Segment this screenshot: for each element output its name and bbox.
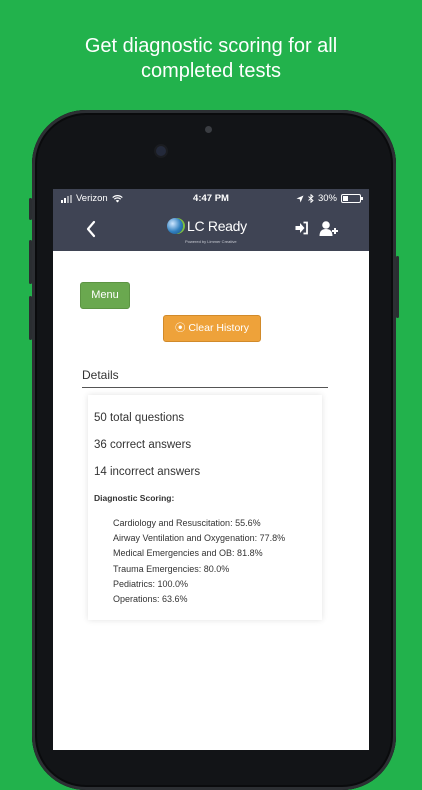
app-logo: LC Ready [167,218,247,234]
menu-button[interactable]: Menu [80,282,130,309]
back-icon[interactable] [83,219,99,239]
logo-text: LC Ready [187,218,247,234]
volume-up-button [29,240,32,284]
score-item-operations: Operations: 63.6% [113,594,188,605]
status-bar: Verizon 4:47 PM 30% [53,189,369,207]
diagnostic-scoring-title: Diagnostic Scoring: [94,493,175,503]
bluetooth-icon [308,194,314,203]
score-item-cardiology: Cardiology and Resuscitation: 55.6% [113,518,261,528]
headline-line-2: completed tests [140,60,282,82]
results-card: 50 total questions 36 correct answers 14… [88,395,322,620]
score-item-trauma: Trauma Emergencies: 80.0% [113,563,230,574]
mute-switch [29,198,32,220]
earpiece-speaker [205,126,212,133]
nav-bar: LC Ready Powered by Limmer Creative [53,207,369,251]
main-content: Menu ⦿ Clear History Details 50 total qu… [53,251,369,750]
correct-answers: 36 correct answers [94,439,192,451]
logo-subtitle: Powered by Limmer Creative [185,239,237,244]
headline: Get diagnostic scoring for all completed… [0,34,422,84]
clear-history-button[interactable]: ⦿ Clear History [163,315,261,342]
logo-globe-icon [167,218,183,234]
power-button [396,256,399,318]
battery-percent: 30% [317,193,337,204]
score-item-medical: Medical Emergencies and OB: 81.8% [113,548,263,559]
total-questions: 50 total questions [94,412,185,424]
location-icon [296,195,304,202]
score-item-airway: Airway Ventilation and Oxygenation: 77.8… [113,533,286,544]
incorrect-answers: 14 incorrect answers [94,466,201,478]
status-right: 30% [296,193,363,204]
score-item-pediatrics: Pediatrics: 100.0% [113,578,189,589]
battery-icon [341,194,363,203]
score-list: Cardiology and Resuscitation: 55.6% Airw… [113,516,285,607]
volume-down-button [29,296,32,340]
phone-screen: Verizon 4:47 PM 30% LC Ready Powered by … [53,189,369,750]
details-divider [82,387,328,388]
details-title: Details [82,368,119,382]
headline-line-1: Get diagnostic scoring for all [84,35,338,57]
login-icon[interactable] [294,220,310,236]
front-camera [156,146,166,156]
add-user-icon[interactable] [319,220,339,237]
